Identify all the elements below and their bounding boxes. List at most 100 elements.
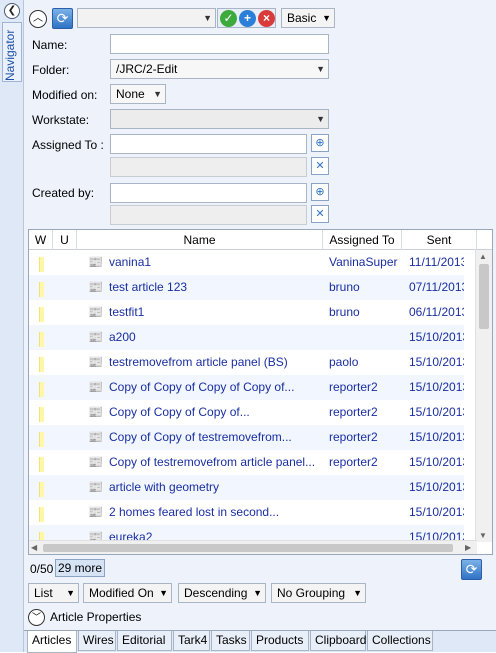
- cell-name: Copy of Copy of Copy of Copy of...: [109, 380, 295, 394]
- created-by-input[interactable]: [110, 183, 307, 203]
- article-icon: 📰: [88, 505, 103, 519]
- modified-on-select[interactable]: None ▼: [110, 84, 166, 104]
- cell-assigned-to: bruno: [329, 280, 360, 294]
- article-icon: 📰: [88, 255, 103, 269]
- clear-creator-icon[interactable]: ✕: [311, 205, 329, 223]
- cell-sent: 15/10/2013: [409, 430, 464, 444]
- articles-grid: W U Name Assigned To Sent 📰 vanina1 Vanina…: [28, 229, 493, 555]
- cell-sent: 15/10/2013: [409, 405, 464, 419]
- chevron-down-icon: ▼: [316, 114, 325, 124]
- cell-name: Copy of Copy of testremovefrom...: [109, 430, 292, 444]
- table-row[interactable]: 📰 a200 15/10/2013: [29, 325, 464, 350]
- chevron-down-icon: ▼: [153, 89, 162, 99]
- scroll-thumb-horizontal[interactable]: [43, 544, 453, 552]
- table-row[interactable]: 📰 article with geometry 15/10/2013: [29, 475, 464, 500]
- name-input[interactable]: [110, 34, 329, 54]
- table-row[interactable]: 📰 2 homes feared lost in second... 15/10/2…: [29, 500, 464, 525]
- created-by-label: Created by:: [32, 186, 95, 200]
- article-properties-label: Article Properties: [50, 610, 142, 624]
- view-type-select[interactable]: List ▼: [28, 583, 79, 603]
- refresh-results-icon[interactable]: ⟳: [461, 559, 482, 580]
- vertical-scrollbar[interactable]: ▲ ▼: [475, 250, 492, 542]
- article-icon: 📰: [88, 280, 103, 294]
- tab-wires[interactable]: Wires: [78, 631, 116, 651]
- navigator-tab[interactable]: Navigator: [2, 22, 22, 82]
- assigned-to-input[interactable]: [110, 134, 307, 154]
- column-w[interactable]: W: [29, 230, 53, 250]
- collapse-navigator-button[interactable]: ❮: [4, 3, 20, 19]
- cell-assigned-to: VaninaSuper: [329, 255, 398, 269]
- cell-sent: 15/10/2013: [409, 455, 464, 469]
- table-row[interactable]: 📰 Copy of Copy of Copy of Copy of... repor…: [29, 375, 464, 400]
- cell-name: vanina1: [109, 255, 152, 269]
- clear-assignee-icon[interactable]: ✕: [311, 157, 329, 175]
- cell-name: Copy of testremovefrom article panel...: [109, 455, 316, 469]
- cell-sent: 15/10/2013: [409, 380, 464, 394]
- workstate-marker: [39, 432, 44, 447]
- cell-sent: 15/10/2013: [409, 480, 464, 494]
- folder-label: Folder:: [32, 63, 70, 77]
- workstate-marker: [39, 257, 44, 272]
- chevron-down-icon: ▼: [159, 588, 168, 598]
- view-mode-select[interactable]: Basic ▼: [281, 8, 335, 28]
- cell-name: testfit1: [109, 305, 145, 319]
- column-u[interactable]: U: [53, 230, 77, 250]
- name-label: Name:: [32, 38, 68, 52]
- chevron-down-icon: ▼: [316, 64, 325, 74]
- delete-x-icon[interactable]: ×: [258, 10, 275, 27]
- cell-sent: 11/11/2013: [409, 255, 464, 269]
- tab-clipboard[interactable]: Clipboard: [310, 631, 366, 651]
- table-row[interactable]: 📰 testremovefrom article panel (BS) paolo 1…: [29, 350, 464, 375]
- tab-tasks[interactable]: Tasks: [211, 631, 250, 651]
- load-more-button[interactable]: 29 more: [55, 559, 106, 577]
- saved-query-select[interactable]: ▼: [77, 8, 216, 28]
- cell-assigned-to: reporter2: [329, 430, 378, 444]
- navigator-strip: ❮ Navigator: [0, 0, 24, 652]
- workstate-marker: [39, 282, 44, 297]
- column-name[interactable]: Name: [77, 230, 323, 250]
- tab-articles[interactable]: Articles: [27, 631, 77, 653]
- workstate-marker: [39, 357, 44, 372]
- folder-select[interactable]: /JRC/2-Edit ▼: [110, 59, 329, 79]
- tab-editorial[interactable]: Editorial: [117, 631, 172, 651]
- apply-check-icon[interactable]: ✓: [220, 10, 237, 27]
- cell-sent: 15/10/2013: [409, 330, 464, 344]
- table-row[interactable]: 📰 vanina1 VaninaSuper 11/11/2013: [29, 250, 464, 275]
- tab-tark4[interactable]: Tark4: [173, 631, 210, 651]
- expand-down-icon[interactable]: ﹀: [28, 609, 45, 626]
- sort-order-select[interactable]: Descending ▼: [178, 583, 266, 603]
- scroll-up-icon[interactable]: ▲: [479, 252, 487, 261]
- collapse-up-icon[interactable]: ︿: [29, 10, 47, 28]
- add-plus-icon[interactable]: +: [239, 10, 256, 27]
- column-sent[interactable]: Sent: [402, 230, 477, 250]
- table-row[interactable]: 📰 Copy of Copy of Copy of... reporter2 15/1…: [29, 400, 464, 425]
- refresh-icon[interactable]: ⟳: [52, 8, 73, 29]
- grouping-select[interactable]: No Grouping ▼: [271, 583, 366, 603]
- workstate-marker: [39, 407, 44, 422]
- created-by-selected-field: [110, 205, 307, 225]
- scroll-right-icon[interactable]: ▶: [465, 543, 471, 552]
- chevron-down-icon: ▼: [66, 588, 75, 598]
- tab-products[interactable]: Products: [251, 631, 309, 651]
- workstate-marker: [39, 307, 44, 322]
- scroll-left-icon[interactable]: ◀: [31, 543, 37, 552]
- table-row[interactable]: 📰 Copy of Copy of testremovefrom... report…: [29, 425, 464, 450]
- scroll-down-icon[interactable]: ▼: [479, 531, 487, 540]
- chevron-down-icon: ▼: [253, 588, 262, 598]
- chevron-down-icon: ▼: [203, 13, 212, 23]
- scroll-thumb[interactable]: [479, 264, 489, 329]
- cell-sent: 07/11/2013: [409, 280, 464, 294]
- cell-name: test article 123: [109, 280, 188, 294]
- table-row[interactable]: 📰 testfit1 bruno 06/11/2013: [29, 300, 464, 325]
- add-creator-icon[interactable]: ⊕: [311, 183, 329, 201]
- add-assignee-icon[interactable]: ⊕: [311, 134, 329, 152]
- horizontal-scrollbar[interactable]: ◀ ▶: [29, 540, 477, 554]
- grid-header: W U Name Assigned To Sent: [29, 230, 492, 250]
- tab-collections[interactable]: Collections: [367, 631, 433, 651]
- table-row[interactable]: 📰 Copy of testremovefrom article panel...…: [29, 450, 464, 475]
- sort-field-select[interactable]: Modified On ▼: [83, 583, 172, 603]
- cell-name: Copy of Copy of Copy of...: [109, 405, 250, 419]
- column-assigned-to[interactable]: Assigned To: [323, 230, 402, 250]
- table-row[interactable]: 📰 test article 123 bruno 07/11/2013: [29, 275, 464, 300]
- workstate-select[interactable]: ▼: [110, 109, 329, 129]
